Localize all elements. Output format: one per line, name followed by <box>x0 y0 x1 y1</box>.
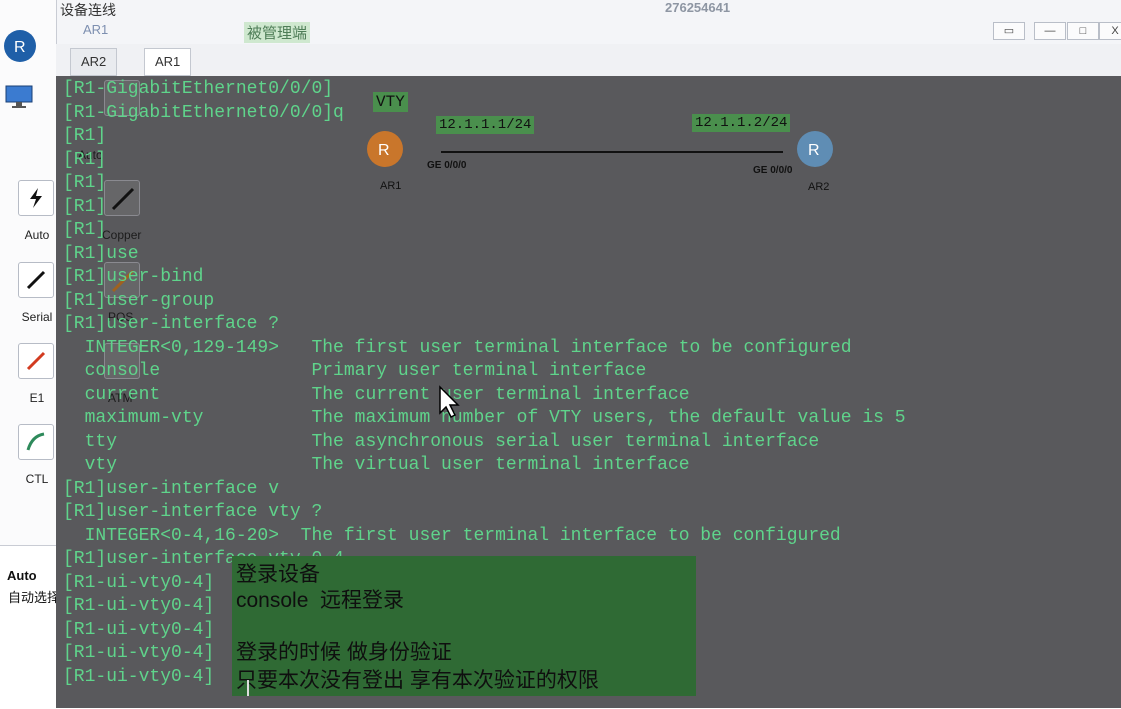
close-icon[interactable]: X <box>1099 22 1121 40</box>
terminal-line: [R1]user-interface v <box>63 478 280 499</box>
terminal-line: [R1-ui-vty0-4] <box>63 572 215 593</box>
terminal-line: [R1-ui-vty0-4] <box>63 666 215 687</box>
note-line: 登录的时候 做身份验证 <box>236 641 452 664</box>
terminal-line: [R1-GigabitEthernet0/0/0]q <box>63 102 344 123</box>
tab-ar2[interactable]: AR2 <box>70 48 118 76</box>
terminal-line: tty The asynchronous serial user termina… <box>63 431 820 452</box>
text-caret <box>247 680 249 696</box>
terminal-line: [R1] <box>63 173 107 193</box>
session-id: 276254641 <box>665 0 731 15</box>
mouse-cursor-icon <box>438 385 460 424</box>
terminal-line: vty The virtual user terminal interface <box>63 455 690 475</box>
svg-text:R: R <box>808 142 820 159</box>
ghost-copper-label: Copper <box>102 228 142 242</box>
terminal-line: [R1]user-bind <box>63 267 204 287</box>
terminal-line: [R1]use <box>63 243 139 264</box>
terminal-line: INTEGER<0-4,16-20> The first user termin… <box>63 525 841 546</box>
ar1-name-label: AR1 <box>380 180 402 192</box>
terminal-line: [R1-GigabitEthernet0/0/0] <box>63 79 334 99</box>
terminal-line: [R1]user-group <box>63 290 215 311</box>
ar1-ip-label: 12.1.1.1/24 <box>436 116 535 134</box>
terminal-line: [R1] <box>63 196 107 217</box>
terminal-line: current The current user terminal interf… <box>63 384 690 405</box>
note-line: 只要本次没有登出 享有本次验证的权限 <box>236 669 599 692</box>
ar2-port-label: GE 0/0/0 <box>753 165 793 176</box>
lightning-icon[interactable] <box>18 180 54 216</box>
terminal-line: maximum-vty The maximum number of VTY us… <box>63 408 906 428</box>
terminal-line: [R1] <box>63 220 107 240</box>
description-title: Auto <box>7 568 37 583</box>
terminal-line: [R1-ui-vty0-4] <box>63 643 215 663</box>
svg-text:R: R <box>378 142 390 159</box>
maximize-icon[interactable]: □ <box>1067 22 1099 40</box>
router-ar1-icon[interactable]: R <box>367 131 403 167</box>
terminal-line: console Primary user terminal interface <box>63 361 647 381</box>
terminal-line: INTEGER<0,129-149> The first user termin… <box>63 337 852 358</box>
ar1-port-label: GE 0/0/0 <box>427 160 467 171</box>
topology-link[interactable] <box>441 151 783 153</box>
managed-end-tag: 被管理端 <box>244 22 311 43</box>
tab-ar1[interactable]: AR1 <box>144 48 192 76</box>
terminal-line: [R1] <box>63 149 107 170</box>
terminal-line: [R1-ui-vty0-4] <box>63 596 215 616</box>
note-line: console 远程登录 <box>236 589 405 612</box>
vty-tag: VTY <box>373 92 408 112</box>
terminal-line: [R1]user-interface ? <box>63 314 280 334</box>
e1-cable-icon[interactable] <box>18 343 54 379</box>
cable-group-title: 设备连线 <box>60 2 116 18</box>
router-palette-icon[interactable]: R <box>2 28 38 64</box>
pc-palette-icon[interactable] <box>4 84 36 110</box>
restore-icon[interactable]: ▭ <box>993 22 1025 40</box>
router-ar2-icon[interactable]: R <box>797 131 833 167</box>
terminal-line: [R1] <box>63 126 107 146</box>
device-tag-ar1: AR1 <box>83 22 109 37</box>
serial-cable-icon[interactable] <box>18 262 54 298</box>
minimize-icon[interactable]: — <box>1034 22 1066 40</box>
ctl-cable-icon[interactable] <box>18 424 54 460</box>
window-title-bar <box>0 0 1121 45</box>
ar2-ip-label: 12.1.1.2/24 <box>692 114 791 132</box>
terminal-line: [R1-ui-vty0-4] <box>63 619 215 640</box>
ghost-copper-icon <box>104 180 140 216</box>
svg-text:R: R <box>14 39 26 56</box>
ar2-name-label: AR2 <box>808 181 830 193</box>
tab-strip <box>56 44 1121 77</box>
terminal-line: [R1]user-interface vty ? <box>63 502 323 522</box>
